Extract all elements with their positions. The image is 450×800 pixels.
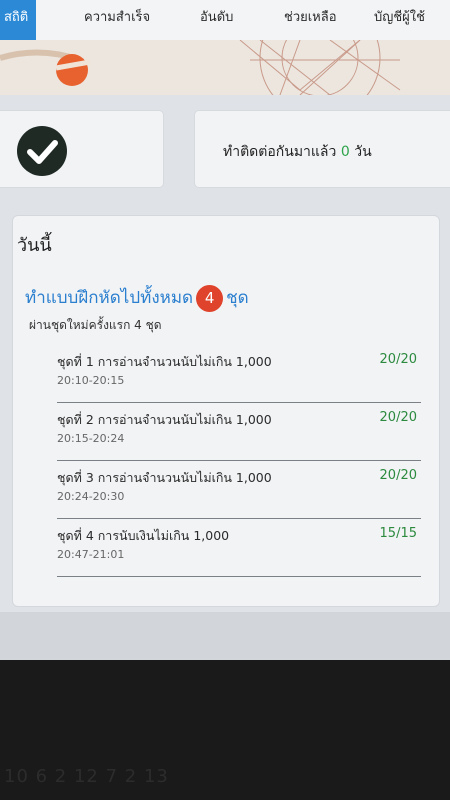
today-card: วันนี้ ทำแบบฝึกหัดไปทั้งหมด 4 ชุด ผ่านชุดใ… xyxy=(12,215,440,607)
streak-suffix: วัน xyxy=(354,144,372,160)
app-screen: สถิติ ความสำเร็จ อันดับ ช่วยเหลือ บัญชีผ… xyxy=(0,0,450,660)
tab-help[interactable]: ช่วยเหลือ xyxy=(284,0,337,40)
exercise-row[interactable]: ชุดที่ 4 การนับเงินไม่เกิน 1,000 20:47-2… xyxy=(57,520,421,577)
tab-achievements[interactable]: ความสำเร็จ xyxy=(84,0,150,40)
screen-reflection-text: 10 6 2 12 7 2 13 xyxy=(4,766,169,787)
exercise-title: ชุดที่ 4 การนับเงินไม่เกิน 1,000 xyxy=(57,528,230,543)
page-bottom xyxy=(0,612,450,660)
summary-prefix: ทำแบบฝึกหัดไปทั้งหมด xyxy=(25,288,194,308)
exercise-score: 20/20 xyxy=(379,468,417,483)
exercise-title: ชุดที่ 2 การอ่านจำนวนนับไม่เกิน 1,000 xyxy=(57,412,272,427)
header-banner xyxy=(0,40,450,95)
tab-account[interactable]: บัญชีผู้ใช้ xyxy=(374,0,425,40)
tab-ranking[interactable]: อันดับ xyxy=(200,0,233,40)
exercise-score: 20/20 xyxy=(379,410,417,425)
streak-card: ทำติดต่อกันมาแล้ว 0 วัน xyxy=(194,110,450,188)
exercise-time: 20:10-20:15 xyxy=(57,374,125,387)
exercise-score: 20/20 xyxy=(379,352,417,367)
exercise-row[interactable]: ชุดที่ 2 การอ่านจำนวนนับไม่เกิน 1,000 20… xyxy=(57,404,421,461)
exercise-time: 20:15-20:24 xyxy=(57,432,125,445)
today-summary: ทำแบบฝึกหัดไปทั้งหมด 4 ชุด xyxy=(25,284,249,312)
today-title: วันนี้ xyxy=(17,235,52,256)
top-nav: สถิติ ความสำเร็จ อันดับ ช่วยเหลือ บัญชีผ… xyxy=(0,0,450,41)
exercise-title: ชุดที่ 1 การอ่านจำนวนนับไม่เกิน 1,000 xyxy=(57,354,272,369)
banner-pattern xyxy=(0,40,401,95)
exercise-count-badge: 4 xyxy=(196,284,224,312)
exercise-score: 15/15 xyxy=(379,526,417,541)
streak-count: 0 xyxy=(340,144,350,160)
exercise-title: ชุดที่ 3 การอ่านจำนวนนับไม่เกิน 1,000 xyxy=(57,470,272,485)
summary-suffix: ชุด xyxy=(226,288,249,308)
exercise-row[interactable]: ชุดที่ 1 การอ่านจำนวนนับไม่เกิน 1,000 20… xyxy=(57,346,421,403)
completion-card xyxy=(0,110,164,188)
streak-prefix: ทำติดต่อกันมาแล้ว xyxy=(223,144,337,160)
exercise-time: 20:24-20:30 xyxy=(57,490,125,503)
today-subtitle: ผ่านชุดใหม่ครั้งแรก 4 ชุด xyxy=(29,318,162,332)
exercise-time: 20:47-21:01 xyxy=(57,548,125,561)
streak-text: ทำติดต่อกันมาแล้ว 0 วัน xyxy=(223,141,372,163)
exercise-row[interactable]: ชุดที่ 3 การอ่านจำนวนนับไม่เกิน 1,000 20… xyxy=(57,462,421,519)
check-circle-icon xyxy=(17,126,67,176)
tab-stats[interactable]: สถิติ xyxy=(0,0,37,40)
